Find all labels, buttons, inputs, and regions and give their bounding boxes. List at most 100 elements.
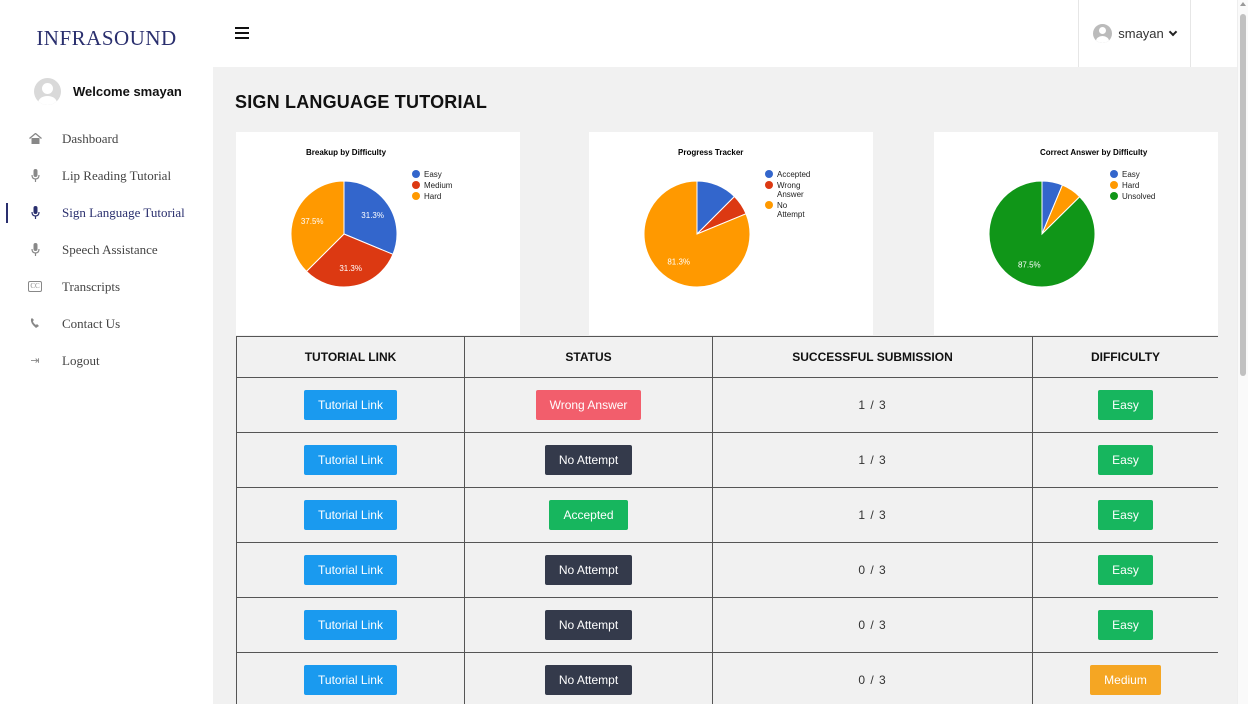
status-badge: Accepted [549, 500, 628, 530]
legend-label: Accepted [777, 170, 810, 179]
table-row: Tutorial Link No Attempt 0 / 3 Easy [236, 542, 1218, 598]
slice-value-label: 31.3% [339, 264, 362, 273]
legend-label: Wrong [777, 181, 800, 190]
chevron-down-icon [1168, 27, 1178, 36]
progress-pie-chart: Progress Tracker 81.3% Accepted WrongAnswer… [643, 148, 810, 288]
legend-marker [1110, 192, 1118, 200]
table-row: Tutorial Link Wrong Answer 1 / 3 Easy [236, 377, 1218, 433]
legend-label: Medium [424, 181, 453, 190]
status-badge: Wrong Answer [535, 390, 642, 420]
avatar-icon [34, 78, 61, 105]
status-badge: No Attempt [544, 665, 633, 695]
tutorial-table: TUTORIAL LINK STATUS SUCCESSFUL SUBMISSI… [236, 336, 1218, 704]
difficulty-badge: Easy [1098, 390, 1153, 420]
status-badge: No Attempt [544, 445, 633, 475]
legend-label: Attempt [777, 210, 805, 219]
cell-difficulty: Easy [1032, 487, 1218, 543]
chart-card-progress: Progress Tracker 81.3% Accepted Wrong Answer… [589, 132, 873, 335]
hamburger-menu-icon[interactable] [235, 27, 249, 39]
scrollbar-thumb[interactable] [1240, 14, 1246, 376]
microphone-icon [28, 243, 42, 257]
tutorial-link-button[interactable]: Tutorial Link [304, 610, 397, 640]
legend-label: Easy [1122, 170, 1140, 179]
legend-label: No [777, 201, 788, 210]
cell-submission: 0 / 3 [712, 542, 1033, 598]
sidebar-item-speech-assistance[interactable]: Speech Assistance [0, 231, 213, 268]
page-title: SIGN LANGUAGE TUTORIAL [235, 92, 488, 112]
cc-icon: CC [28, 281, 42, 292]
cell-submission: 0 / 3 [712, 597, 1033, 653]
header-tutorial-link: TUTORIAL LINK [236, 336, 465, 378]
legend-label: Unsolved [1122, 192, 1155, 201]
tutorial-link-button[interactable]: Tutorial Link [304, 445, 397, 475]
cell-tutorial-link: Tutorial Link [236, 377, 465, 433]
header-status: STATUS [464, 336, 713, 378]
cell-status: No Attempt [464, 652, 713, 704]
user-menu[interactable]: smayan [1078, 0, 1191, 67]
cell-difficulty: Easy [1032, 597, 1218, 653]
slice-value-label: 81.3% [667, 257, 690, 266]
chart-card-correct: Correct Answer by Difficulty 87.5% Easy Har… [934, 132, 1218, 335]
cell-status: Accepted [464, 487, 713, 543]
sidebar-item-label: Sign Language Tutorial [62, 204, 185, 220]
sidebar-item-label: Contact Us [62, 315, 121, 331]
legend-marker [765, 181, 773, 189]
table-row: Tutorial Link No Attempt 1 / 3 Easy [236, 432, 1218, 488]
sidebar-item-label: Dashboard [62, 130, 119, 146]
sidebar-item-transcripts[interactable]: CC Transcripts [0, 268, 213, 305]
cell-difficulty: Easy [1032, 432, 1218, 488]
tutorial-link-button[interactable]: Tutorial Link [304, 500, 397, 530]
slice-value-label: 31.3% [361, 211, 384, 220]
legend-marker [412, 181, 420, 189]
status-badge: No Attempt [544, 555, 633, 585]
phone-icon [28, 317, 42, 331]
cell-status: Wrong Answer [464, 377, 713, 433]
sidebar-item-lip-reading-tutorial[interactable]: Lip Reading Tutorial [0, 157, 213, 194]
cell-tutorial-link: Tutorial Link [236, 597, 465, 653]
scroll-up-icon[interactable] [1240, 2, 1246, 6]
cell-submission: 1 / 3 [712, 487, 1033, 543]
pie-slice-unsolved[interactable] [988, 180, 1096, 288]
logout-icon: ⇥ [30, 355, 40, 367]
chart-title: Progress Tracker [678, 148, 743, 157]
page-scrollbar[interactable] [1237, 0, 1248, 704]
cell-tutorial-link: Tutorial Link [236, 432, 465, 488]
legend-label: Easy [424, 170, 442, 179]
sidebar-item-sign-language-tutorial[interactable]: Sign Language Tutorial [0, 194, 213, 231]
chart-title: Correct Answer by Difficulty [1040, 148, 1148, 157]
chart-card-difficulty: Breakup by Difficulty 31.3% 31.3% 37.5% Easy… [236, 132, 520, 335]
slice-value-label: 37.5% [301, 217, 324, 226]
legend-marker [1110, 170, 1118, 178]
difficulty-badge: Easy [1098, 445, 1153, 475]
brand-logo[interactable]: INFRASOUND [0, 26, 213, 51]
header-successful-submission: SUCCESSFUL SUBMISSION [712, 336, 1033, 378]
sidebar-item-logout[interactable]: ⇥ Logout [0, 342, 213, 379]
cell-status: No Attempt [464, 542, 713, 598]
microphone-icon [28, 206, 42, 220]
legend-marker [412, 170, 420, 178]
difficulty-badge: Medium [1090, 665, 1161, 695]
sidebar-item-dashboard[interactable]: Dashboard [0, 120, 213, 157]
sidebar-item-label: Logout [62, 352, 100, 368]
cell-submission: 1 / 3 [712, 432, 1033, 488]
sidebar-item-label: Transcripts [62, 278, 121, 294]
legend-marker [765, 201, 773, 209]
status-badge: No Attempt [544, 610, 633, 640]
cell-difficulty: Easy [1032, 377, 1218, 433]
tutorial-link-button[interactable]: Tutorial Link [304, 390, 397, 420]
difficulty-pie-chart: Breakup by Difficulty 31.3% 31.3% 37.5% Easy… [290, 148, 453, 288]
difficulty-badge: Easy [1098, 555, 1153, 585]
cell-tutorial-link: Tutorial Link [236, 487, 465, 543]
cell-tutorial-link: Tutorial Link [236, 542, 465, 598]
tutorial-link-button[interactable]: Tutorial Link [304, 555, 397, 585]
cell-status: No Attempt [464, 597, 713, 653]
table-header-row: TUTORIAL LINK STATUS SUCCESSFUL SUBMISSI… [236, 336, 1218, 378]
microphone-icon [28, 169, 42, 183]
cell-difficulty: Medium [1032, 652, 1218, 704]
tutorial-link-button[interactable]: Tutorial Link [304, 665, 397, 695]
table-row: Tutorial Link Accepted 1 / 3 Easy [236, 487, 1218, 543]
legend-marker [765, 170, 773, 178]
difficulty-badge: Easy [1098, 500, 1153, 530]
cell-difficulty: Easy [1032, 542, 1218, 598]
sidebar-item-contact-us[interactable]: Contact Us [0, 305, 213, 342]
